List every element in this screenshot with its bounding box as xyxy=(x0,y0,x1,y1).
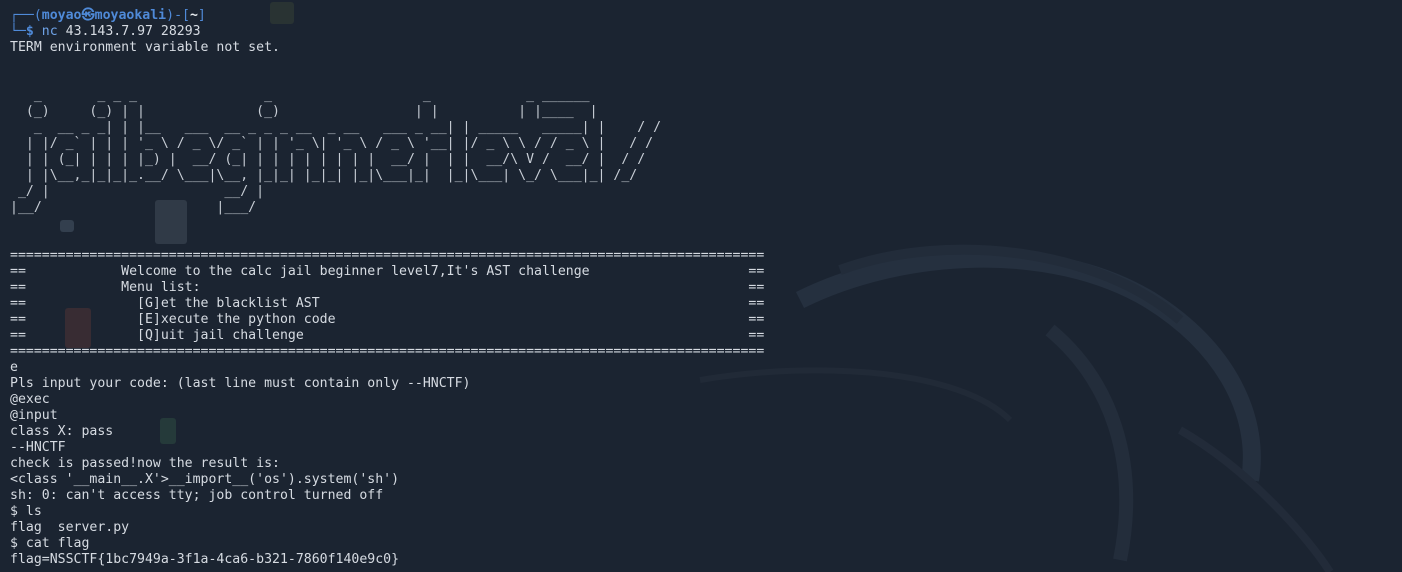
prompt-corner-bottom: └─ xyxy=(10,24,26,39)
ascii-art-line xyxy=(10,56,1402,72)
ascii-art-line: _ _ _ _ _ _ _ ______ xyxy=(10,88,590,103)
terminal-output[interactable]: ┌──(moyao㉿moyaokali)-[~] └─$ nc 43.143.7… xyxy=(10,8,1402,572)
output-line: class X: pass xyxy=(10,424,114,439)
ascii-art-line: | |\__,_|_|_|_.__/ \___|\__, |_|_| |_|_|… xyxy=(10,168,638,183)
prompt-dollar: $ xyxy=(25,24,34,39)
prompt-line-2: └─$ nc 43.143.7.97 28293 xyxy=(10,24,1402,40)
prompt-line-1: ┌──(moyao㉿moyaokali)-[~] xyxy=(10,8,1402,24)
output-line: Pls input your code: (last line must con… xyxy=(10,376,471,391)
prompt-at-symbol: ㉿ xyxy=(81,8,95,23)
output-line: sh: 0: can't access tty; job control tur… xyxy=(10,488,384,503)
prompt-host: moyaokali xyxy=(94,8,167,23)
banner-line: == [Q]uit jail challenge == xyxy=(10,328,765,343)
banner-line: == Welcome to the calc jail beginner lev… xyxy=(10,264,765,279)
ascii-art-line xyxy=(10,72,1402,88)
ascii-art-line: _/ | __/ | xyxy=(10,184,265,199)
ascii-art-line: | | (_| | | | |_) | __/ (_| | | | | | | … xyxy=(10,152,646,167)
banner-line: == [G]et the blacklist AST == xyxy=(10,296,765,311)
prompt-directory: ~ xyxy=(189,8,198,23)
ascii-art-line: | |/ _` | | | '_ \ / _ \/ _` | | '_ \| '… xyxy=(10,136,654,151)
output-line: flag server.py xyxy=(10,520,130,535)
output-line: $ cat flag xyxy=(10,536,90,551)
prompt-corner: ┌──( xyxy=(10,8,42,23)
session-output: e Pls input your code: (last line must co… xyxy=(10,360,1402,568)
prompt-user: moyao xyxy=(41,8,82,23)
term-warning: TERM environment variable not set. xyxy=(10,40,280,55)
prompt-dir-close: ] xyxy=(197,8,206,23)
banner-line: == [E]xecute the python code == xyxy=(10,312,765,327)
ascii-art-line: _ __ _ _| | |__ ___ __ _ _ _ __ _ __ ___… xyxy=(10,120,662,135)
output-line: <class '__main__.X'>__import__('os').sys… xyxy=(10,472,400,487)
banner-line: ========================================… xyxy=(10,344,765,359)
ascii-art-line: |__/ |___/ xyxy=(10,200,257,215)
command-name: nc xyxy=(41,24,58,39)
output-line: e xyxy=(10,360,18,375)
banner-line: == Menu list: == xyxy=(10,280,765,295)
output-line: check is passed!now the result is: xyxy=(10,456,280,471)
menu-banner: ========================================… xyxy=(10,248,1402,360)
output-line: @exec xyxy=(10,392,50,407)
output-line: @input xyxy=(10,408,58,423)
ascii-art-line xyxy=(10,232,1402,248)
ascii-art-line xyxy=(10,216,1402,232)
banner-line: ========================================… xyxy=(10,248,765,263)
output-line: --HNCTF xyxy=(10,440,66,455)
output-line: flag=NSSCTF{1bc7949a-3f1a-4ca6-b321-7860… xyxy=(10,552,400,567)
output-line: $ ls xyxy=(10,504,42,519)
command-args: 43.143.7.97 28293 xyxy=(57,24,201,39)
ascii-art-line: (_) (_) | | (_) | | | |____ | xyxy=(10,104,598,119)
ascii-art-banner: _ _ _ _ _ _ _ ______ (_) (_) | | (_) | |… xyxy=(10,56,1402,248)
prompt-separator: )-[ xyxy=(166,8,190,23)
